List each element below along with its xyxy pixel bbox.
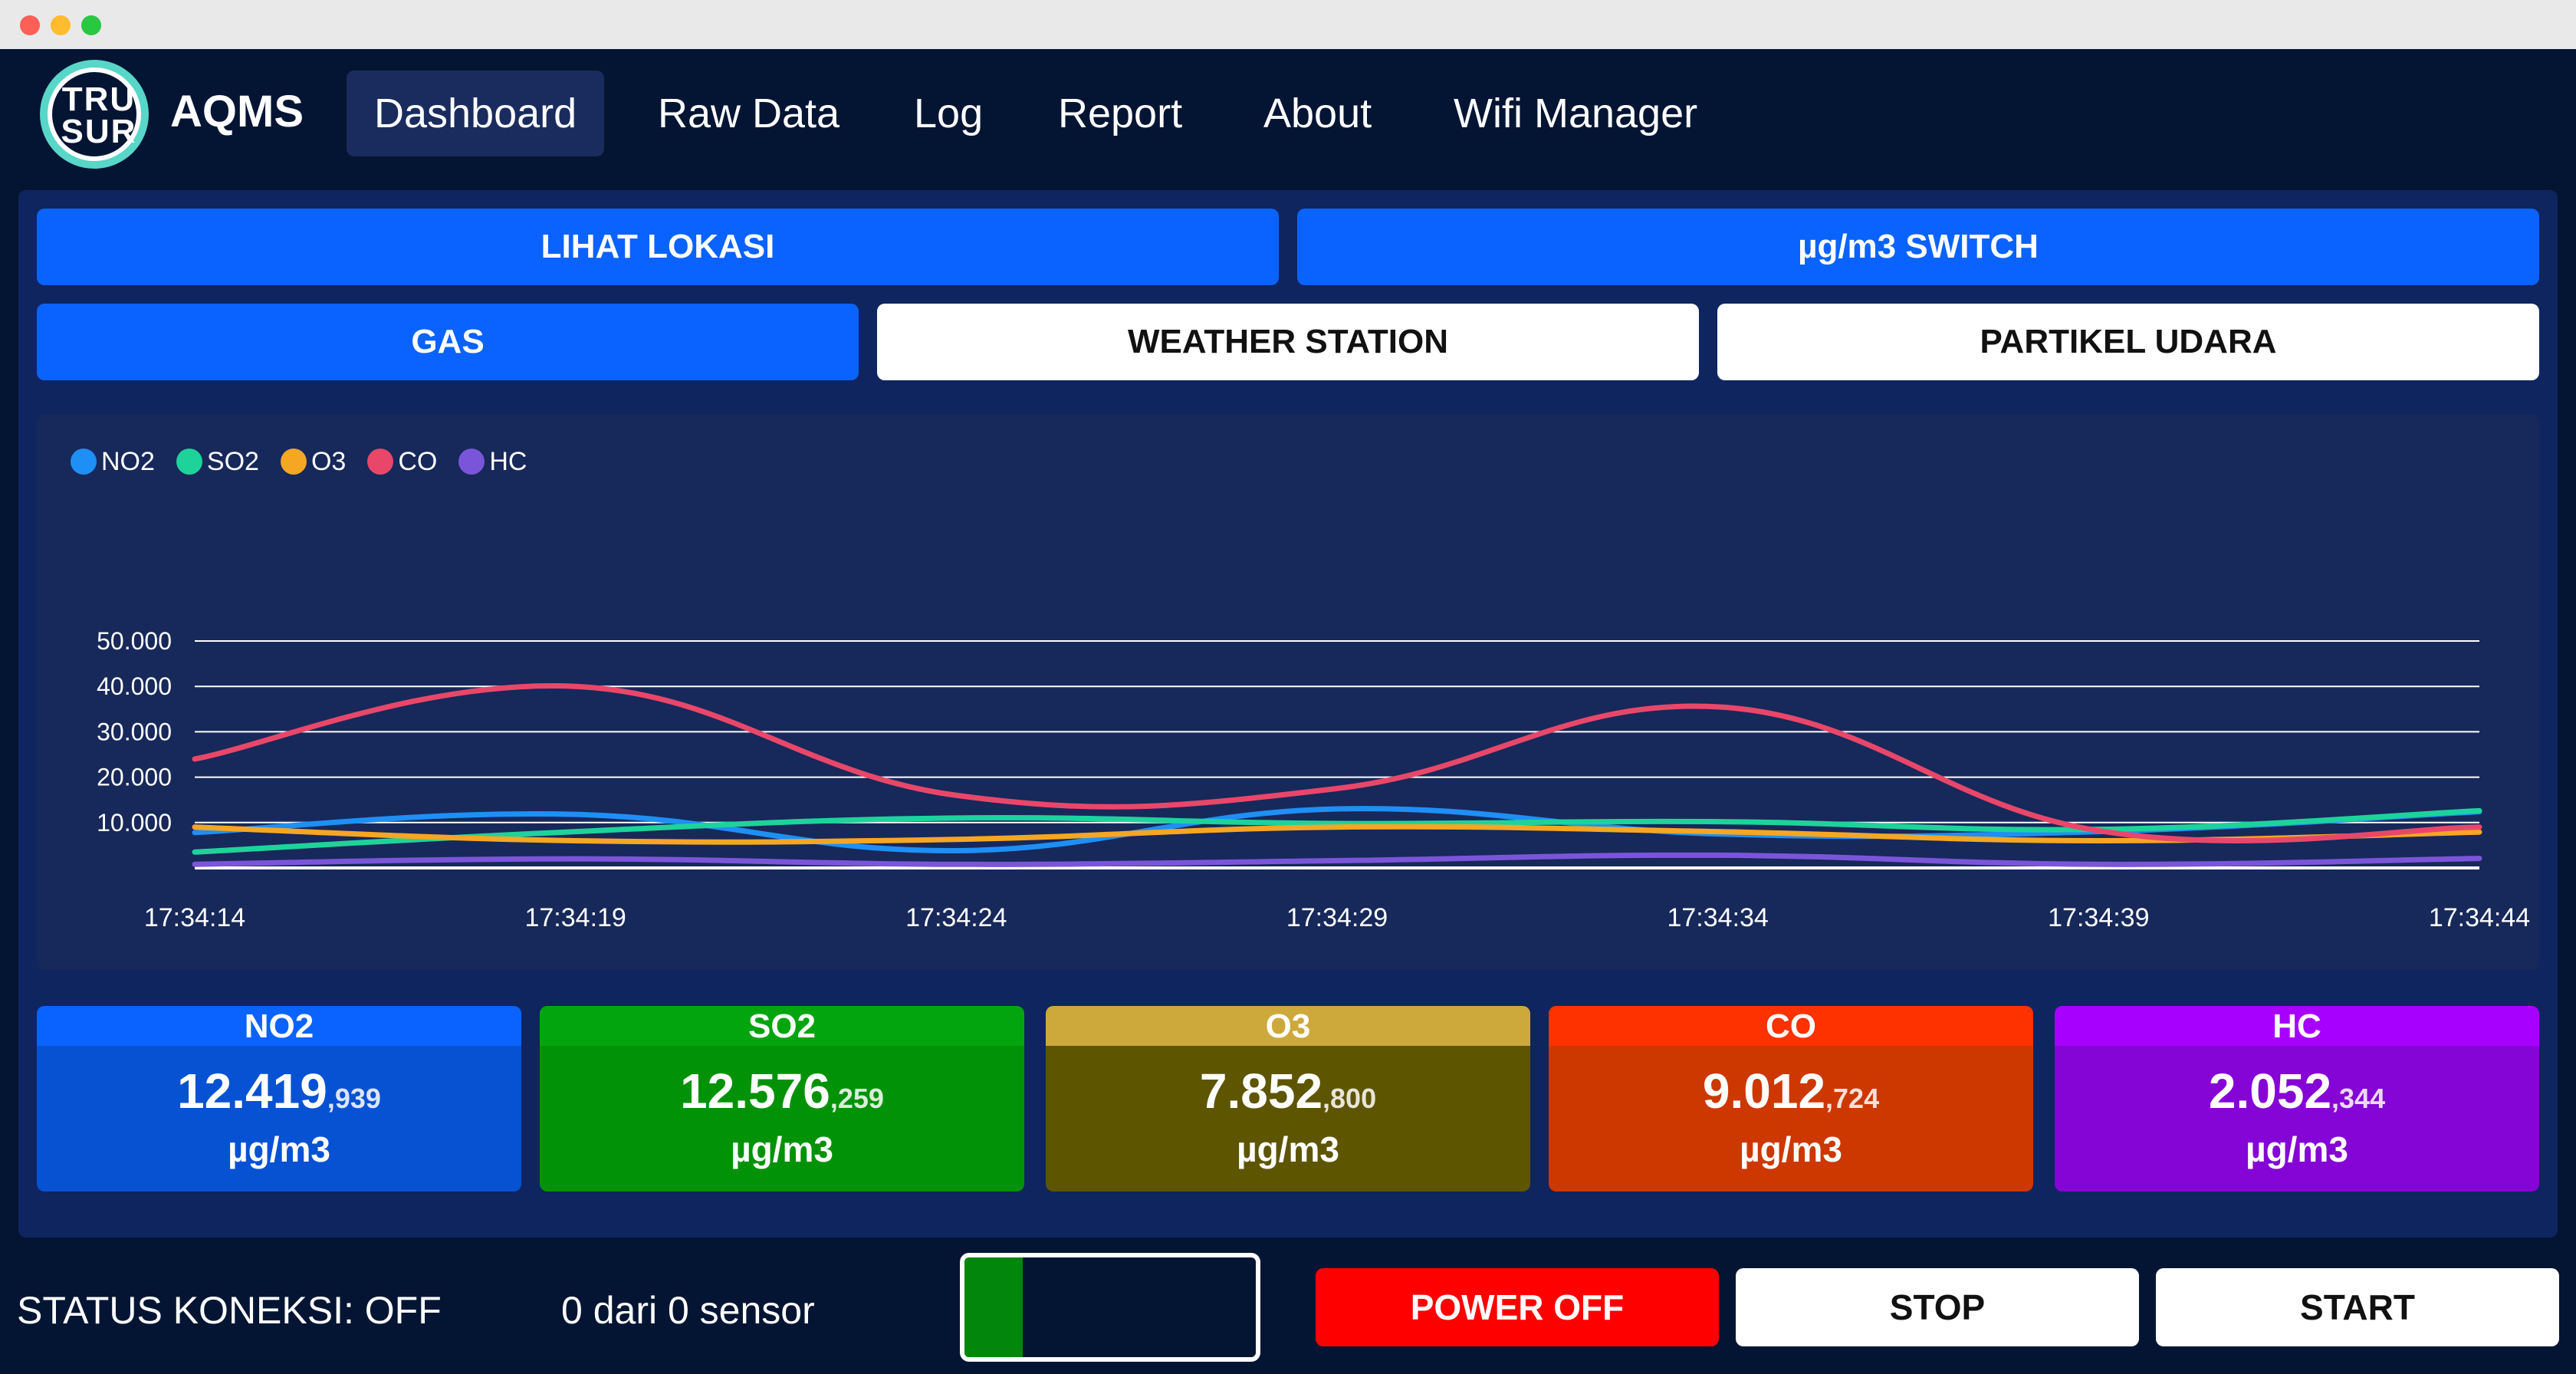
hc-card: HC 2.052,344 µg/m3 [2055,1006,2539,1192]
progress-fill [964,1257,1023,1357]
co-card: CO 9.012,724 µg/m3 [1549,1006,2033,1192]
y-tick-label: 40.000 [97,672,172,700]
tab-weather-station[interactable]: WEATHER STATION [877,304,1699,380]
connection-progress-bar [960,1253,1260,1362]
card-value: 12.419,939 [177,1063,381,1119]
card-title: HC [2055,1006,2539,1046]
trusur-logo[interactable]: TRU SUR [40,60,149,169]
series-line-hc [192,852,2482,867]
nav-raw-data[interactable]: Raw Data [630,71,867,156]
nav-report[interactable]: Report [1030,71,1210,156]
window-titlebar [0,0,2576,49]
top-navbar: TRU SUR AQMS Dashboard Raw Data Log Repo… [0,49,2576,181]
card-title: NO2 [37,1006,521,1046]
dashboard-panel: LIHAT LOKASI µg/m3 SWITCH GAS WEATHER ST… [18,190,2558,1238]
minimize-window-button[interactable] [51,15,71,35]
card-title: CO [1549,1006,2033,1046]
nav-wifi-manager[interactable]: Wifi Manager [1426,71,1725,156]
start-button[interactable]: START [2156,1268,2559,1346]
connection-status: STATUS KONEKSI: OFF [17,1289,442,1332]
card-title: SO2 [540,1006,1024,1046]
card-value: 2.052,344 [2208,1063,2386,1119]
x-tick-label: 17:34:34 [1667,903,1768,932]
x-tick-label: 17:34:19 [524,903,626,932]
nav-about[interactable]: About [1236,71,1399,156]
o3-card: O3 7.852,800 µg/m3 [1046,1006,1530,1192]
x-tick-label: 17:34:14 [144,903,245,932]
card-unit: µg/m3 [731,1129,833,1169]
x-tick-label: 17:34:24 [905,903,1007,932]
lihat-lokasi-button[interactable]: LIHAT LOKASI [37,209,1279,285]
unit-switch-button[interactable]: µg/m3 SWITCH [1297,209,2539,285]
y-tick-label: 30.000 [97,718,172,745]
card-title: O3 [1046,1006,1530,1046]
card-unit: µg/m3 [1740,1129,1842,1169]
power-off-button[interactable]: POWER OFF [1316,1268,1719,1346]
sensor-count: 0 dari 0 sensor [561,1289,815,1332]
chart-plot-area: 10.000 20.000 30.000 40.000 50.000 17:34:14 17… [97,627,2530,932]
y-tick-label: 50.000 [97,627,172,655]
stop-button[interactable]: STOP [1736,1268,2139,1346]
tab-gas[interactable]: GAS [37,304,859,380]
no2-card: NO2 12.419,939 µg/m3 [37,1006,521,1192]
x-tick-label: 17:34:39 [2048,903,2149,932]
so2-card: SO2 12.576,259 µg/m3 [540,1006,1024,1192]
y-tick-label: 20.000 [97,764,172,791]
close-window-button[interactable] [20,15,40,35]
y-tick-label: 10.000 [97,809,172,837]
card-value: 9.012,724 [1702,1063,1880,1119]
series-line-co [192,682,2482,843]
brand-title: AQMS [170,87,304,136]
card-value: 7.852,800 [1199,1063,1377,1119]
card-value: 12.576,259 [680,1063,884,1119]
x-tick-label: 17:34:29 [1286,903,1388,932]
x-tick-label: 17:34:44 [2429,903,2530,932]
tab-partikel-udara[interactable]: PARTIKEL UDARA [1717,304,2539,380]
zoom-window-button[interactable] [81,15,101,35]
card-unit: µg/m3 [1237,1129,1339,1169]
nav-log[interactable]: Log [886,71,1010,156]
nav-dashboard[interactable]: Dashboard [347,71,605,156]
gas-line-chart: NO2 SO2 O3 CO HC 10.000 20.000 30.000 40.00… [37,414,2539,971]
card-unit: µg/m3 [228,1129,330,1169]
card-unit: µg/m3 [2246,1129,2348,1169]
